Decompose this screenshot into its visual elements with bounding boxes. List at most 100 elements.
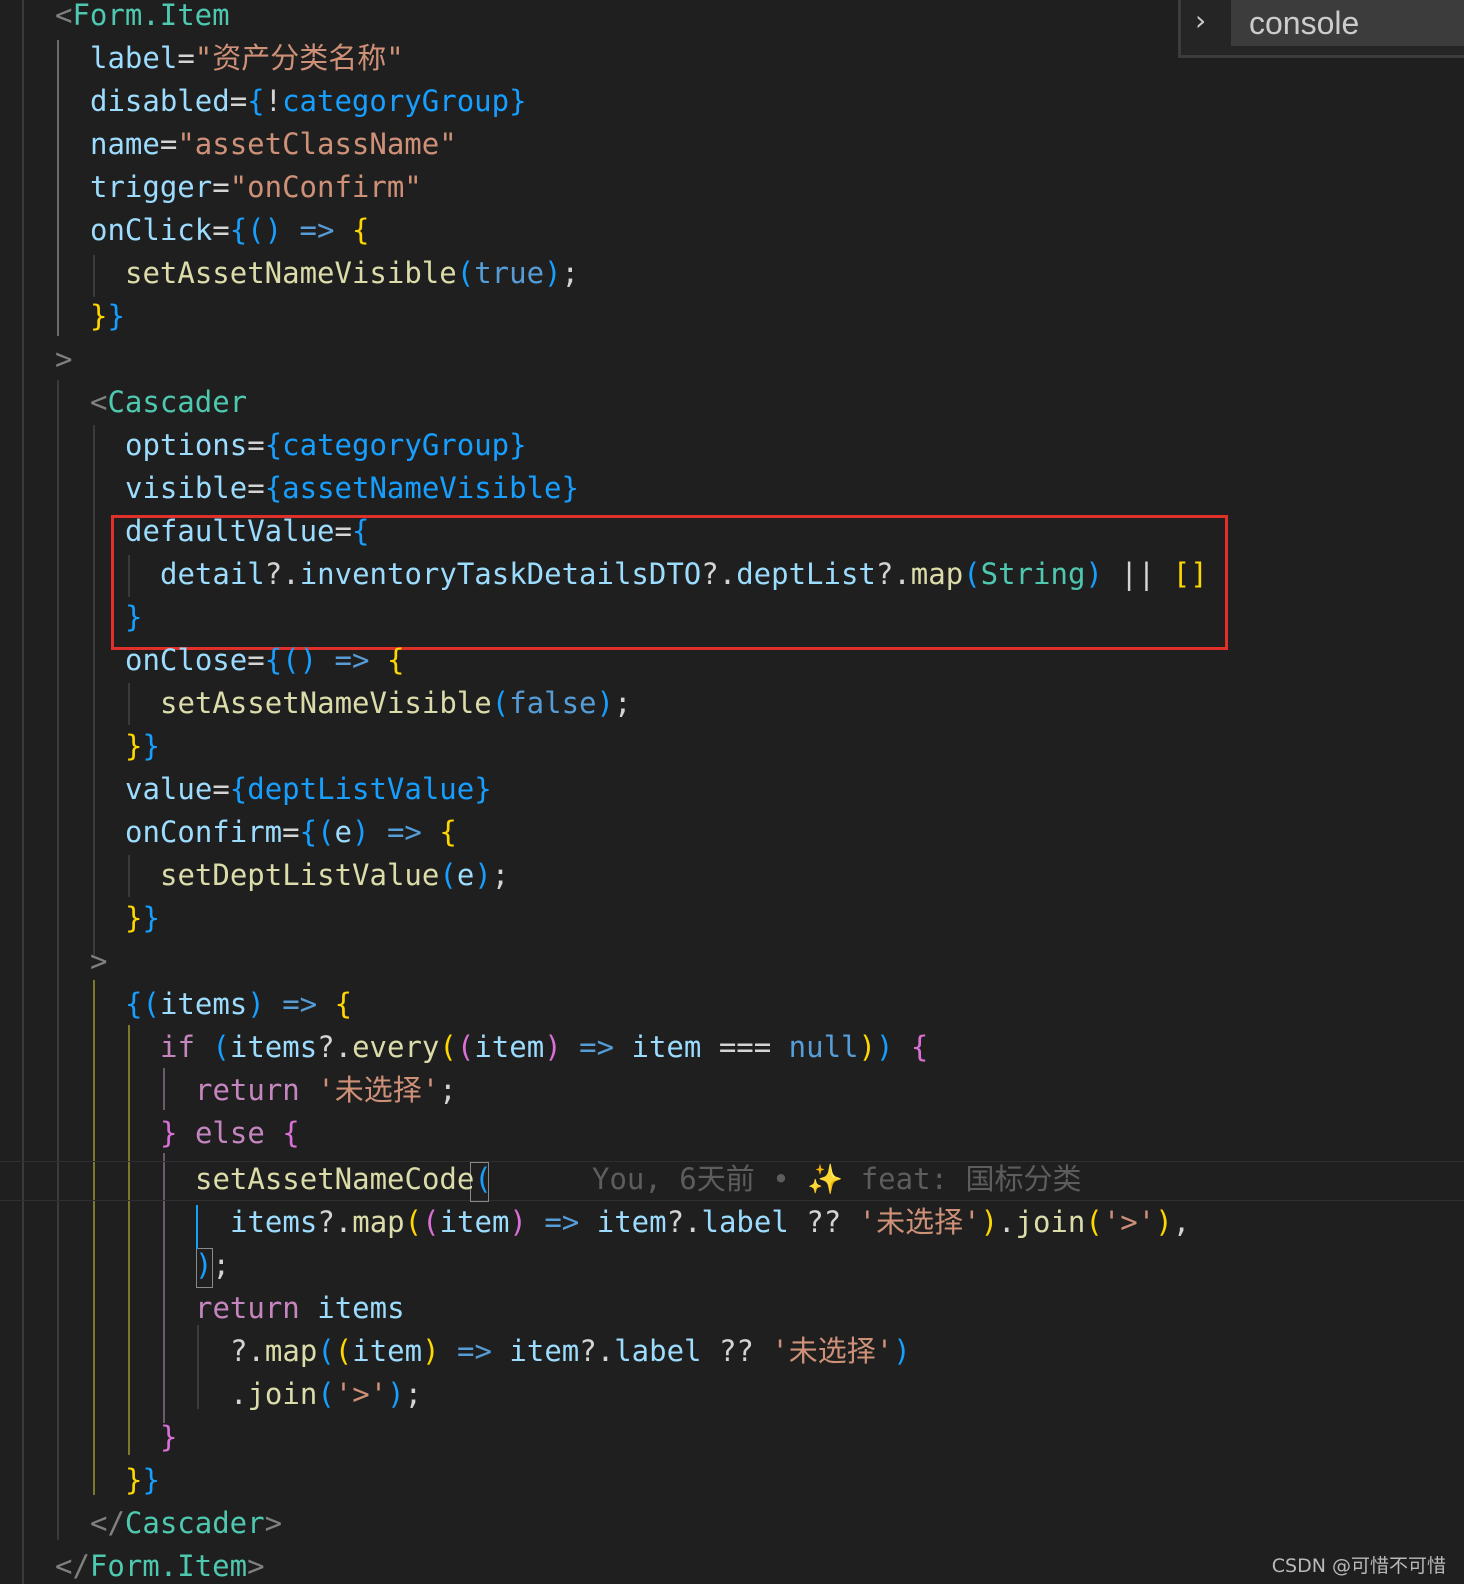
code-line: {(items) => { [0, 983, 352, 1026]
tag-bracket: </ [55, 1549, 90, 1583]
component-name: Form.Item [72, 0, 230, 32]
paren: ( [456, 1030, 475, 1064]
tag-bracket: > [55, 342, 73, 376]
paren: ) [387, 1377, 405, 1411]
component-name: Form.Item [89, 1549, 248, 1583]
arrow: => [386, 815, 422, 849]
brace: } [125, 600, 143, 634]
code-line: disabled={!categoryGroup} [0, 80, 527, 123]
code-line: setAssetNameVisible(false); [0, 682, 631, 725]
operator: ?? [701, 1334, 772, 1368]
brace: { [264, 428, 283, 462]
code-line: detail?.inventoryTaskDetailsDTO?.deptLis… [0, 553, 1208, 596]
type-name: String [980, 557, 1086, 591]
brace: { [299, 815, 318, 849]
brace: { [351, 213, 370, 247]
function-call: setAssetNameCode [195, 1162, 475, 1196]
paren: ( [334, 1334, 353, 1368]
variable: items [317, 1291, 405, 1325]
code-line: </Cascader> [0, 1502, 282, 1545]
property: label [701, 1205, 789, 1239]
chevron-right-icon[interactable]: › [1195, 4, 1219, 38]
property: deptList [736, 557, 876, 591]
paren: ) [875, 1030, 894, 1064]
code-line: <Form.Item [0, 0, 230, 37]
brace: } [509, 84, 527, 118]
brace: { [386, 643, 405, 677]
attribute-name: disabled [90, 84, 230, 118]
brace: } [160, 1420, 178, 1454]
punctuation: ; [212, 1248, 230, 1282]
paren: ( [404, 1205, 423, 1239]
paren: ( [963, 557, 981, 591]
operator: = [247, 428, 265, 462]
brace: { [264, 471, 283, 505]
string-literal: '未选择' [771, 1334, 894, 1368]
punctuation: ; [561, 256, 579, 290]
paren: ( [317, 1377, 335, 1411]
operator: ?. [264, 557, 300, 591]
function-call: join [247, 1377, 318, 1411]
operator: ?. [701, 557, 737, 591]
paren: ) [422, 1334, 440, 1368]
paren: ) [195, 1248, 213, 1282]
brace: { [229, 213, 248, 247]
keyword: return [195, 1073, 300, 1107]
function-call: every [352, 1030, 440, 1064]
code-line: visible={assetNameVisible} [0, 467, 579, 510]
find-input[interactable] [1231, 0, 1464, 46]
code-line: setDeptListValue(e); [0, 854, 509, 897]
paren: ( [317, 1334, 335, 1368]
paren: ( [317, 815, 335, 849]
parameter: item [596, 1205, 667, 1239]
tag-bracket: < [90, 385, 108, 419]
code-line: .join('>'); [0, 1373, 422, 1416]
code-line: } [0, 1416, 177, 1459]
arrow: => [299, 213, 335, 247]
string-literal: '未选择' [317, 1073, 440, 1107]
code-line: > [0, 940, 107, 983]
operator: ?. [666, 1205, 702, 1239]
operator: ?. [579, 1334, 615, 1368]
operator: = [247, 643, 265, 677]
punctuation: . [998, 1205, 1016, 1239]
code-line: onClose={() => { [0, 639, 404, 682]
parameter: item [631, 1030, 702, 1064]
brace: } [125, 729, 143, 763]
paren: ) [596, 686, 614, 720]
attribute-name: label [90, 41, 178, 75]
variable: deptListValue [247, 772, 475, 806]
code-line: }} [0, 725, 160, 768]
brace: { [910, 1030, 929, 1064]
paren: ) [980, 1205, 999, 1239]
parameter: item [439, 1205, 510, 1239]
code-line: ?.map((item) => item?.label ?? '未选择') [0, 1330, 911, 1373]
brace: { [264, 643, 283, 677]
paren: ) [247, 987, 265, 1021]
punctuation: ; [439, 1073, 457, 1107]
code-editor[interactable]: <Form.Item label="资产分类名称" disabled={!cat… [0, 0, 1464, 1584]
attribute-name: value [125, 772, 213, 806]
punctuation: ; [613, 686, 632, 720]
paren: ( [456, 256, 475, 290]
component-name: Cascader [107, 385, 248, 419]
code-line: }} [0, 1459, 160, 1502]
attribute-name: onConfirm [125, 815, 283, 849]
string-literal: "onConfirm" [229, 170, 422, 204]
brace: { [351, 514, 370, 548]
brace: } [561, 471, 579, 505]
operator: = [212, 170, 230, 204]
paren: ( [1085, 1205, 1103, 1239]
parameter: item [509, 1334, 580, 1368]
parameter: e [334, 815, 353, 849]
operator: = [229, 84, 248, 118]
